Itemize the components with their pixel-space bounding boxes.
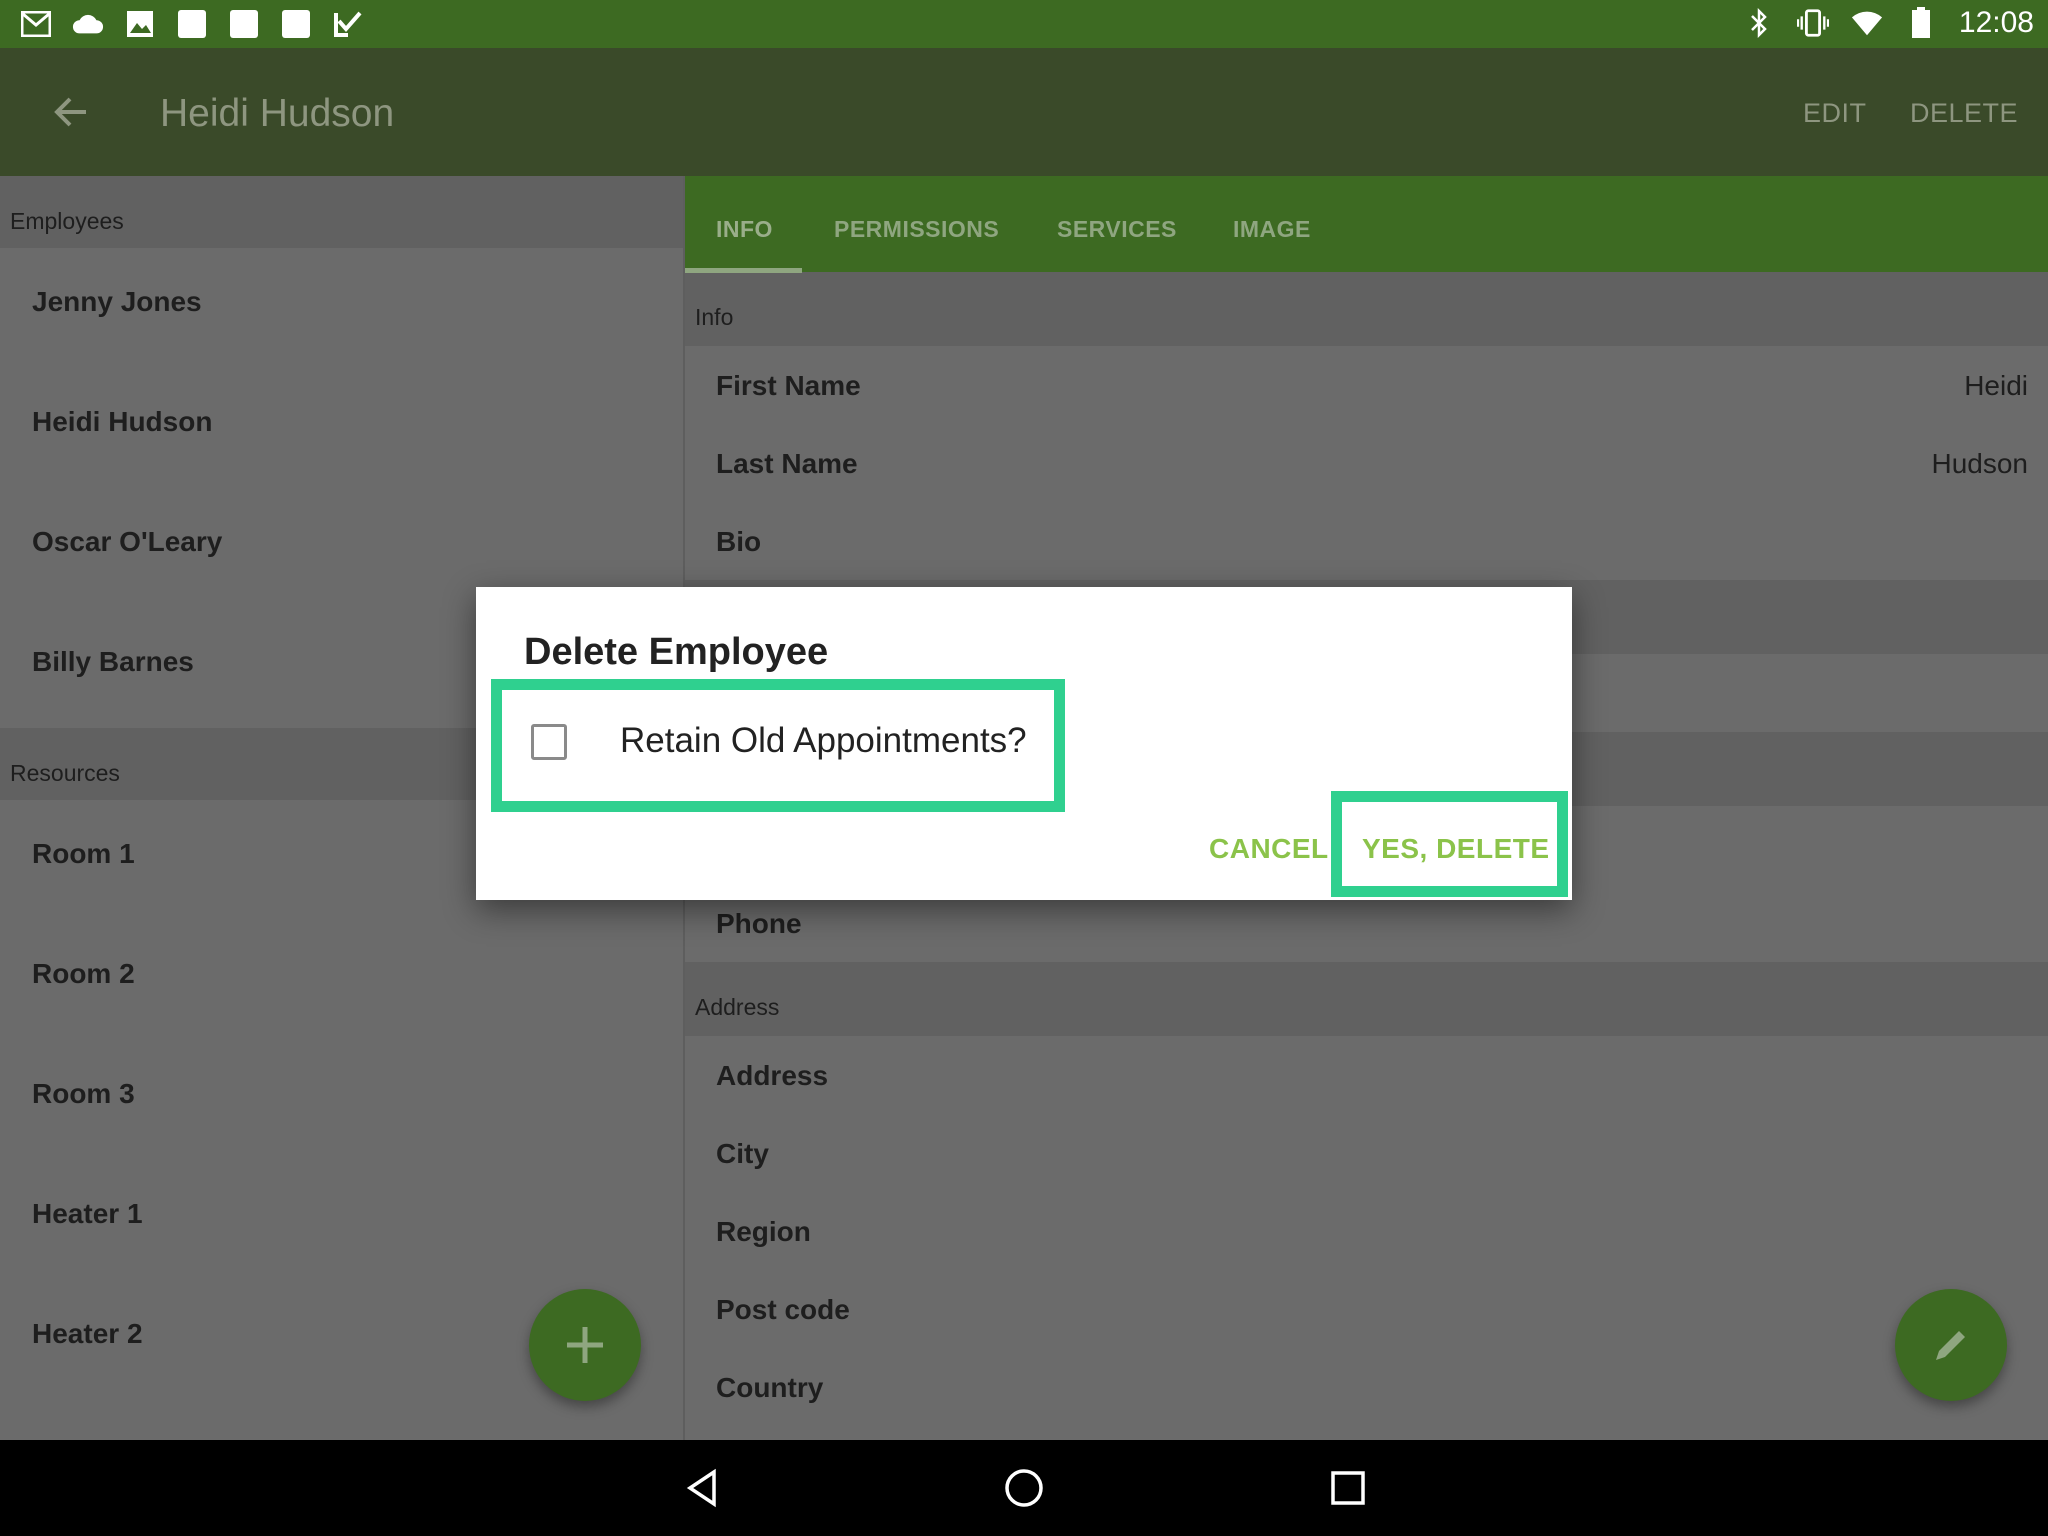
- nav-back-icon[interactable]: [680, 1466, 724, 1510]
- status-time: 12:08: [1958, 6, 2034, 39]
- info-section-header: Info: [685, 272, 2048, 346]
- tab-info[interactable]: INFO: [716, 216, 773, 243]
- list-item-employee[interactable]: Heidi Hudson: [0, 368, 683, 488]
- status-bar: 12:08: [0, 0, 2048, 48]
- page-title: Heidi Hudson: [160, 92, 395, 135]
- city-label: City: [716, 1138, 769, 1169]
- check-task-icon: [332, 8, 364, 40]
- last-name-value: Hudson: [1931, 448, 2028, 479]
- navigation-bar: [0, 1440, 2048, 1536]
- first-name-label: First Name: [716, 370, 861, 401]
- employees-header: Employees: [0, 176, 683, 248]
- address-section-header: Address: [685, 962, 2048, 1036]
- region-row: Region: [685, 1192, 2048, 1270]
- list-item-resource[interactable]: Room 3: [0, 1040, 683, 1160]
- nav-recent-apps-icon[interactable]: [1326, 1466, 1370, 1510]
- battery-icon: [1905, 7, 1937, 39]
- tab-services[interactable]: SERVICES: [1057, 216, 1177, 243]
- cancel-button[interactable]: CANCEL: [1209, 833, 1329, 865]
- first-name-row: First Name Heidi: [685, 346, 2048, 424]
- bio-label: Bio: [716, 526, 762, 557]
- blank-notification-icon: [228, 8, 260, 40]
- gmail-icon: [20, 8, 52, 40]
- pencil-icon: [1936, 1331, 1965, 1360]
- tab-bar: INFO PERMISSIONS SERVICES IMAGE: [685, 176, 2048, 273]
- list-item-resource[interactable]: Heater 1: [0, 1160, 683, 1280]
- tab-image[interactable]: IMAGE: [1233, 216, 1311, 243]
- tab-indicator: [685, 268, 802, 273]
- first-name-value: Heidi: [1964, 370, 2028, 401]
- bluetooth-icon: [1743, 7, 1775, 39]
- last-name-label: Last Name: [716, 448, 858, 479]
- delete-employee-dialog: Delete Employee Retain Old Appointments?…: [476, 587, 1572, 900]
- delete-button[interactable]: DELETE: [1910, 98, 2018, 129]
- edit-button[interactable]: EDIT: [1803, 98, 1867, 129]
- post-code-label: Post code: [716, 1294, 850, 1325]
- plus-icon: [567, 1327, 603, 1363]
- blank-notification-icon: [280, 8, 312, 40]
- region-label: Region: [716, 1216, 811, 1247]
- edit-fab-button[interactable]: [1895, 1289, 2007, 1401]
- city-row: City: [685, 1114, 2048, 1192]
- address-row: Address: [685, 1036, 2048, 1114]
- nav-home-icon[interactable]: [1002, 1466, 1046, 1510]
- cloud-icon: [72, 8, 104, 40]
- retain-appointments-label[interactable]: Retain Old Appointments?: [620, 721, 1027, 761]
- country-label: Country: [716, 1372, 824, 1403]
- bio-row: Bio: [685, 502, 2048, 580]
- tab-permissions[interactable]: PERMISSIONS: [834, 216, 999, 243]
- list-item-resource[interactable]: Room 2: [0, 920, 683, 1040]
- phone-label: Phone: [716, 908, 802, 939]
- post-code-row: Post code: [685, 1270, 2048, 1348]
- last-name-row: Last Name Hudson: [685, 424, 2048, 502]
- vibrate-icon: [1796, 7, 1829, 39]
- blank-notification-icon: [176, 8, 208, 40]
- back-arrow-icon[interactable]: [50, 90, 94, 134]
- app-bar: Heidi Hudson EDIT DELETE: [0, 48, 2048, 176]
- dialog-title: Delete Employee: [524, 631, 829, 673]
- wifi-icon: [1851, 7, 1883, 39]
- retain-appointments-checkbox[interactable]: [531, 724, 567, 760]
- address-label: Address: [716, 1060, 829, 1091]
- add-button[interactable]: [529, 1289, 641, 1401]
- country-row: Country: [685, 1348, 2048, 1426]
- image-icon: [124, 8, 156, 40]
- list-item-employee[interactable]: Jenny Jones: [0, 248, 683, 368]
- yes-delete-button[interactable]: YES, DELETE: [1362, 833, 1550, 865]
